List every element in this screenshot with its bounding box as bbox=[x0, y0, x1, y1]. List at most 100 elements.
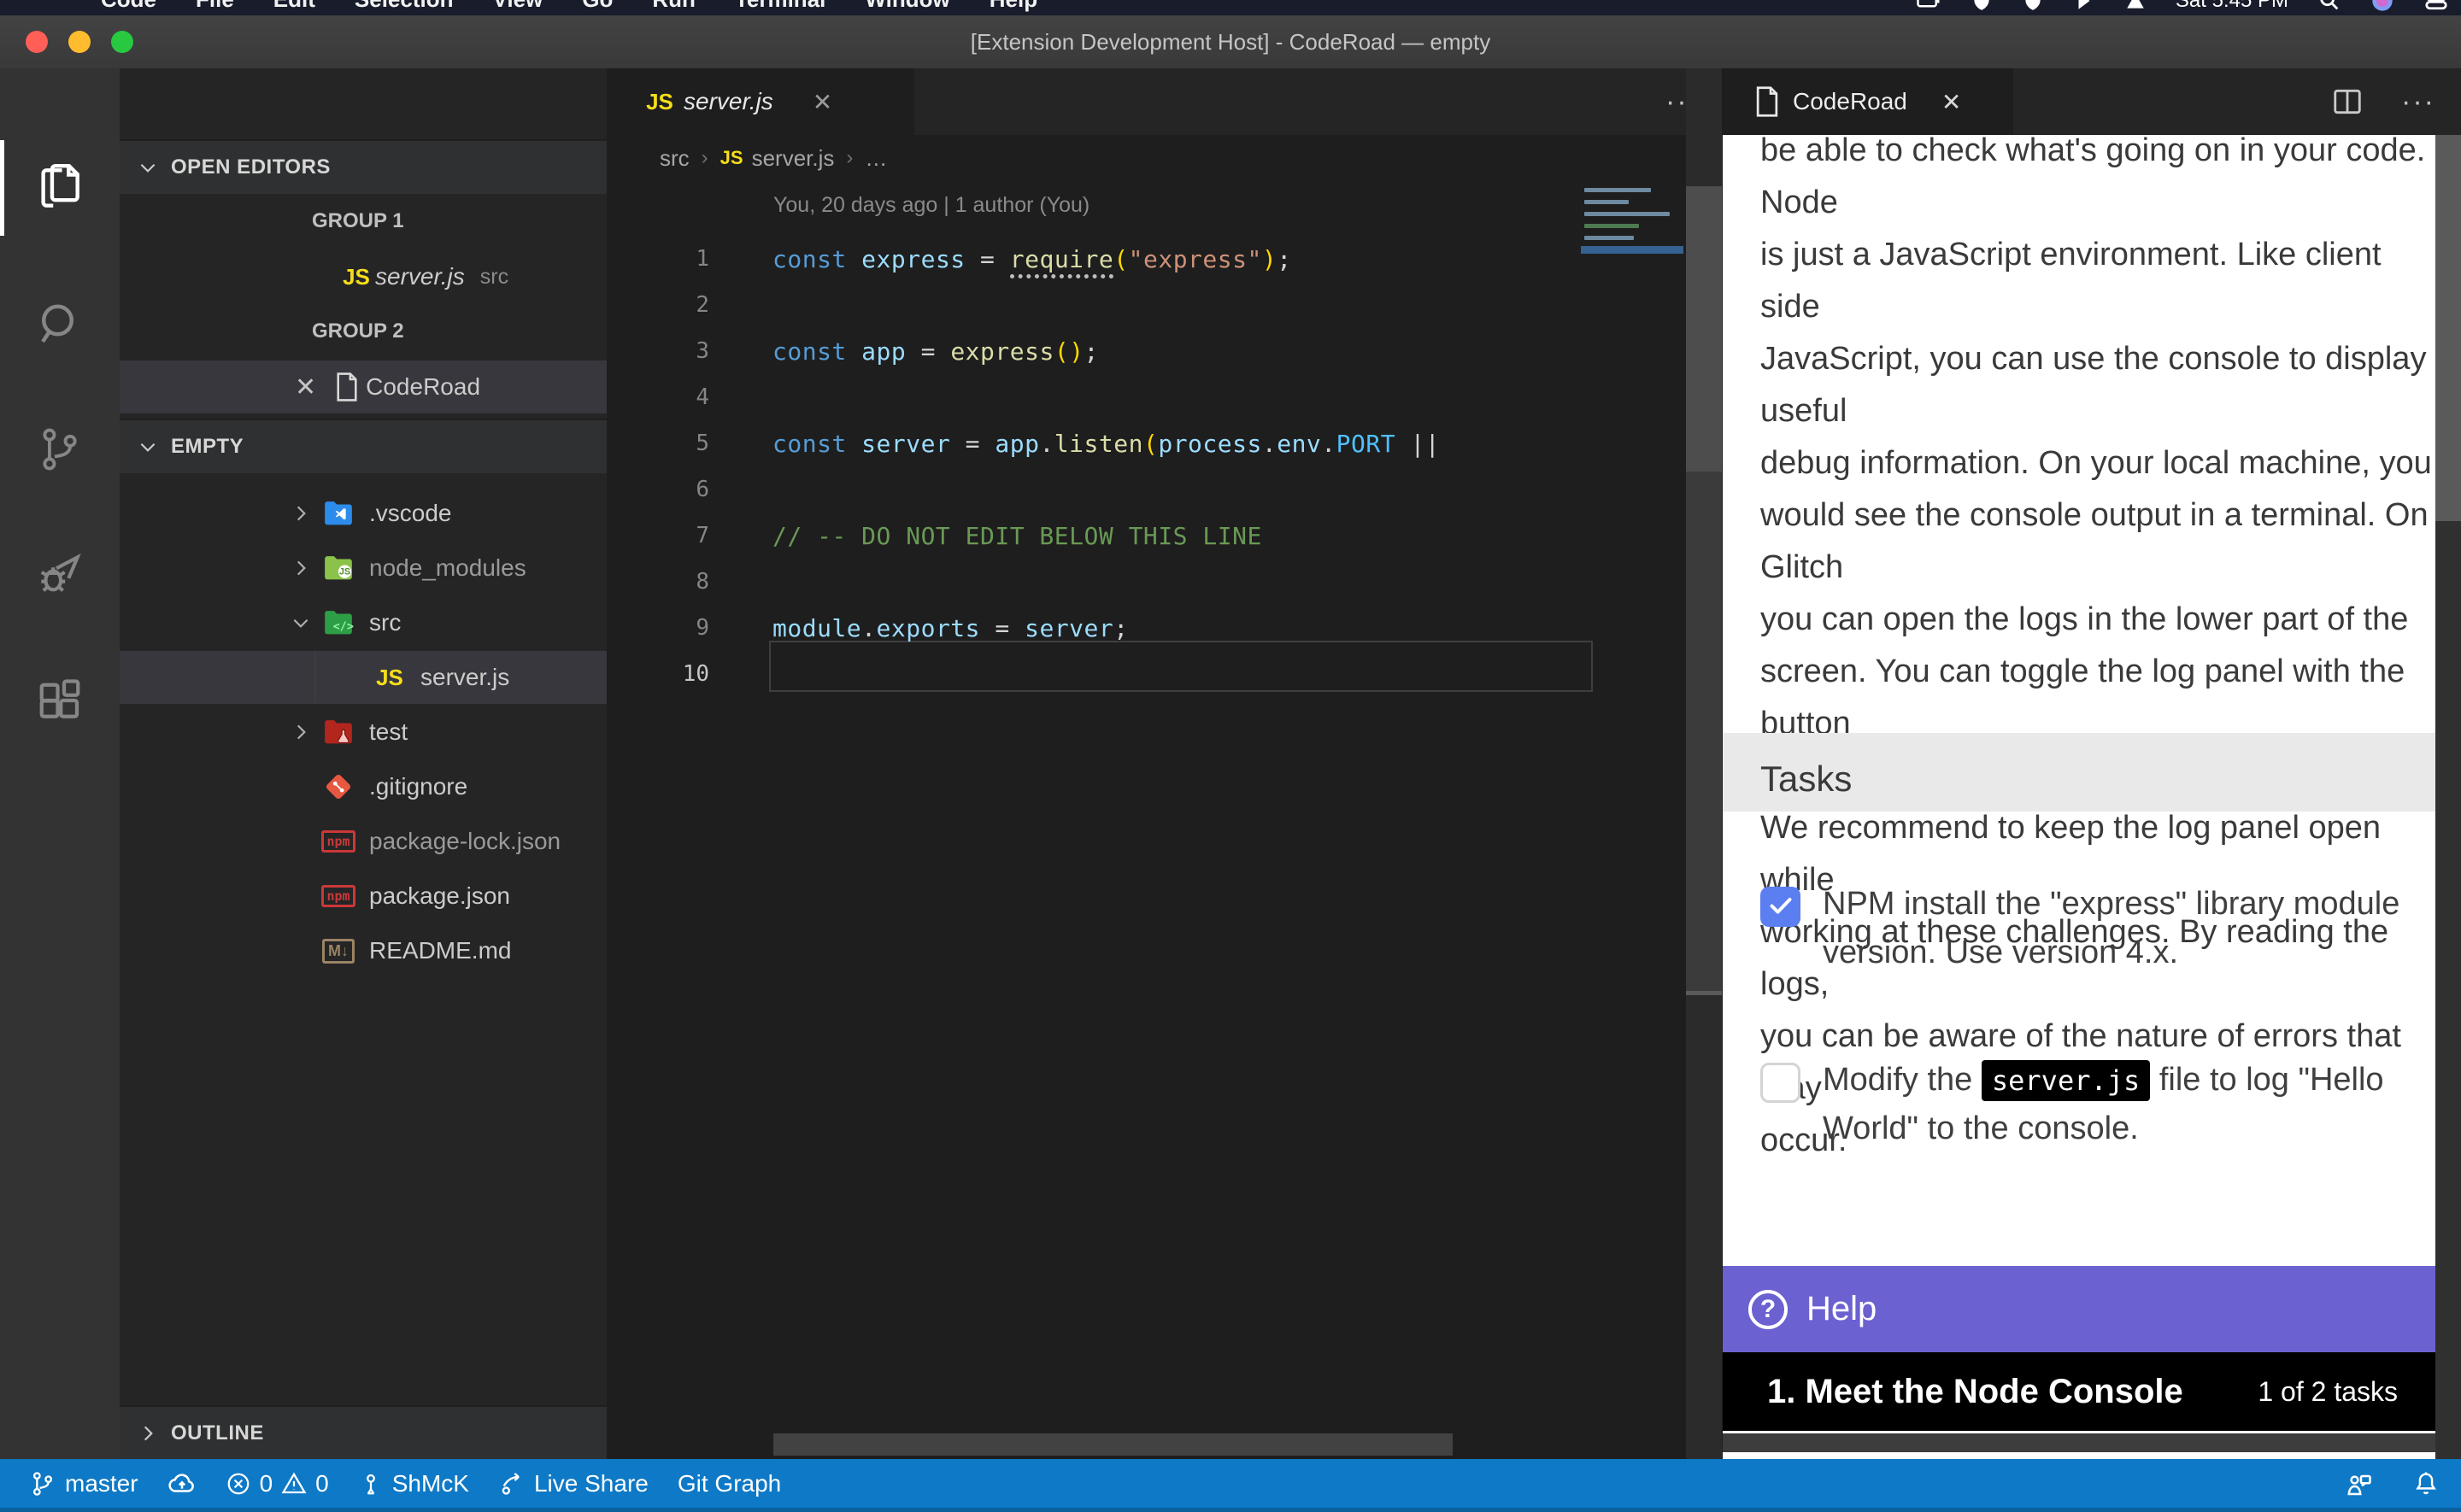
menu-item-view[interactable]: View bbox=[493, 0, 543, 13]
horizontal-scrollbar-thumb[interactable] bbox=[773, 1433, 1453, 1456]
source-control-icon bbox=[35, 425, 85, 474]
line-number: 2 bbox=[607, 292, 709, 318]
folder-section-label: EMPTY bbox=[171, 435, 244, 459]
problems-indicator[interactable]: 0 0 bbox=[226, 1470, 329, 1497]
zoom-window-button[interactable] bbox=[111, 31, 133, 53]
activity-run-debug[interactable] bbox=[0, 534, 120, 616]
error-icon bbox=[226, 1471, 251, 1497]
title-bar[interactable]: [Extension Development Host] - CodeRoad … bbox=[0, 15, 2461, 68]
task-text: Modify the server.js file to log "HelloW… bbox=[1823, 1056, 2429, 1153]
folder-src-icon: </> bbox=[320, 604, 357, 642]
account-name: ShMcK bbox=[392, 1470, 469, 1497]
tree-item-label: node_modules bbox=[369, 554, 526, 582]
open-editors-header[interactable]: OPEN EDITORS bbox=[120, 139, 607, 194]
tree-item--gitignore[interactable]: .gitignore bbox=[120, 760, 607, 813]
tab-coderoad[interactable]: CodeRoad ✕ bbox=[1723, 68, 2013, 135]
tree-item-label: README.md bbox=[369, 937, 511, 964]
tree-item-package-lock-json[interactable]: npmpackage-lock.json bbox=[120, 815, 607, 868]
breadcrumb-symbol[interactable]: … bbox=[865, 145, 887, 172]
open-editor-serverjs[interactable]: JS server.js src bbox=[120, 250, 607, 303]
npm-icon: npm bbox=[320, 823, 357, 860]
menu-item-go[interactable]: Go bbox=[582, 0, 613, 13]
code-line-8: 8 bbox=[607, 559, 1722, 605]
line-number: 9 bbox=[607, 615, 709, 641]
files-icon bbox=[33, 161, 86, 214]
webview-scrollbar[interactable] bbox=[2435, 135, 2461, 1459]
close-window-button[interactable] bbox=[26, 31, 48, 53]
chevron-right-icon[interactable] bbox=[282, 549, 320, 587]
activity-source-control[interactable] bbox=[0, 408, 120, 490]
code-line-7: 7// -- DO NOT EDIT BELOW THIS LINE bbox=[607, 513, 1722, 559]
folder-section-header[interactable]: EMPTY bbox=[120, 419, 607, 473]
account-indicator[interactable]: ShMcK bbox=[358, 1470, 469, 1497]
tree-item-node-modules[interactable]: JSnode_modules bbox=[120, 542, 607, 595]
file-icon bbox=[1748, 83, 1786, 120]
menu-item-file[interactable]: File bbox=[196, 0, 234, 13]
checkbox-unchecked[interactable] bbox=[1760, 1063, 1800, 1103]
menu-item-selection[interactable]: Selection bbox=[355, 0, 454, 13]
scrollbar-thumb[interactable] bbox=[1686, 186, 1722, 472]
tree-item-package-json[interactable]: npmpackage.json bbox=[120, 870, 607, 923]
outline-header[interactable]: OUTLINE bbox=[120, 1405, 607, 1459]
menu-item-terminal[interactable]: Terminal bbox=[735, 0, 825, 13]
chevron-right-icon[interactable] bbox=[282, 713, 320, 751]
minimap[interactable] bbox=[1581, 185, 1683, 390]
tree-item--vscode[interactable]: .vscode bbox=[120, 487, 607, 540]
chevron-down-icon[interactable] bbox=[282, 604, 320, 642]
live-share-button[interactable]: Live Share bbox=[498, 1470, 649, 1497]
chevron-right-icon[interactable] bbox=[282, 495, 320, 532]
tab-label: server.js bbox=[684, 88, 773, 115]
activity-search[interactable] bbox=[0, 284, 120, 366]
tree-item-readme-md[interactable]: M↓ README.md bbox=[120, 924, 607, 977]
menu-item-edit[interactable]: Edit bbox=[273, 0, 315, 13]
minimize-window-button[interactable] bbox=[68, 31, 91, 53]
split-editor-icon[interactable] bbox=[2331, 85, 2364, 118]
menu-item-help[interactable]: Help bbox=[990, 0, 1037, 13]
chevron-none-icon bbox=[282, 823, 320, 860]
task-text-line: Modify the server.js file to log "Hello bbox=[1823, 1056, 2429, 1105]
help-bar[interactable]: ? Help bbox=[1723, 1266, 2461, 1352]
close-icon[interactable]: ✕ bbox=[813, 88, 832, 116]
activity-explorer[interactable] bbox=[0, 147, 120, 229]
bell-icon[interactable] bbox=[2411, 1468, 2440, 1499]
breadcrumb-src[interactable]: src bbox=[660, 145, 690, 172]
code-editor[interactable]: You, 20 days ago | 1 author (You) 1const… bbox=[607, 181, 1722, 1459]
close-icon[interactable]: ✕ bbox=[1941, 88, 1961, 116]
git-graph-button[interactable]: Git Graph bbox=[678, 1470, 781, 1497]
close-icon[interactable]: ✕ bbox=[295, 372, 316, 402]
task-text-line: version. Use version 4.x. bbox=[1823, 929, 2429, 977]
tasks-section-header: Tasks bbox=[1723, 733, 2461, 812]
tree-item-label: test bbox=[369, 718, 408, 746]
tree-item-test[interactable]: test bbox=[120, 706, 607, 759]
checkbox-checked[interactable] bbox=[1760, 887, 1800, 927]
chevron-down-icon bbox=[137, 156, 159, 179]
gitlens-annotation: You, 20 days ago | 1 author (You) bbox=[773, 193, 1090, 218]
tree-item-server-js[interactable]: JSserver.js bbox=[120, 651, 607, 704]
indent-guide bbox=[314, 651, 316, 704]
breadcrumb[interactable]: src › JS server.js › … bbox=[607, 135, 1722, 181]
activity-extensions[interactable] bbox=[0, 659, 120, 741]
menu-item-code[interactable]: Code bbox=[101, 0, 156, 13]
js-icon: JS bbox=[641, 83, 678, 120]
scrollbar-track bbox=[1686, 472, 1722, 995]
breadcrumb-file[interactable]: server.js bbox=[752, 145, 835, 172]
publish-button[interactable] bbox=[167, 1469, 197, 1498]
branch-name: master bbox=[65, 1470, 138, 1497]
menu-item-window[interactable]: Window bbox=[865, 0, 949, 13]
lesson-text-line: would see the console output in a termin… bbox=[1760, 489, 2435, 594]
tree-item-src[interactable]: </> src bbox=[120, 596, 607, 649]
more-actions-icon[interactable]: ··· bbox=[2401, 85, 2435, 119]
chevron-right-icon bbox=[137, 1422, 159, 1445]
line-number: 6 bbox=[607, 477, 709, 502]
open-editor-coderoad[interactable]: ✕ CodeRoad bbox=[120, 360, 607, 413]
tree-item-label: package.json bbox=[369, 882, 510, 910]
branch-indicator[interactable]: master bbox=[29, 1470, 138, 1497]
editor-scrollbar[interactable] bbox=[1686, 68, 1722, 1459]
lesson-bar[interactable]: 1. Meet the Node Console 1 of 2 tasks bbox=[1723, 1352, 2461, 1431]
feedback-icon[interactable] bbox=[2343, 1468, 2374, 1499]
md-icon: M↓ bbox=[320, 932, 357, 970]
menu-item-run[interactable]: Run bbox=[652, 0, 696, 13]
scrollbar-thumb[interactable] bbox=[2435, 135, 2461, 521]
tree-item-label: src bbox=[369, 609, 401, 636]
tab-serverjs[interactable]: JS server.js ✕ bbox=[607, 68, 914, 135]
